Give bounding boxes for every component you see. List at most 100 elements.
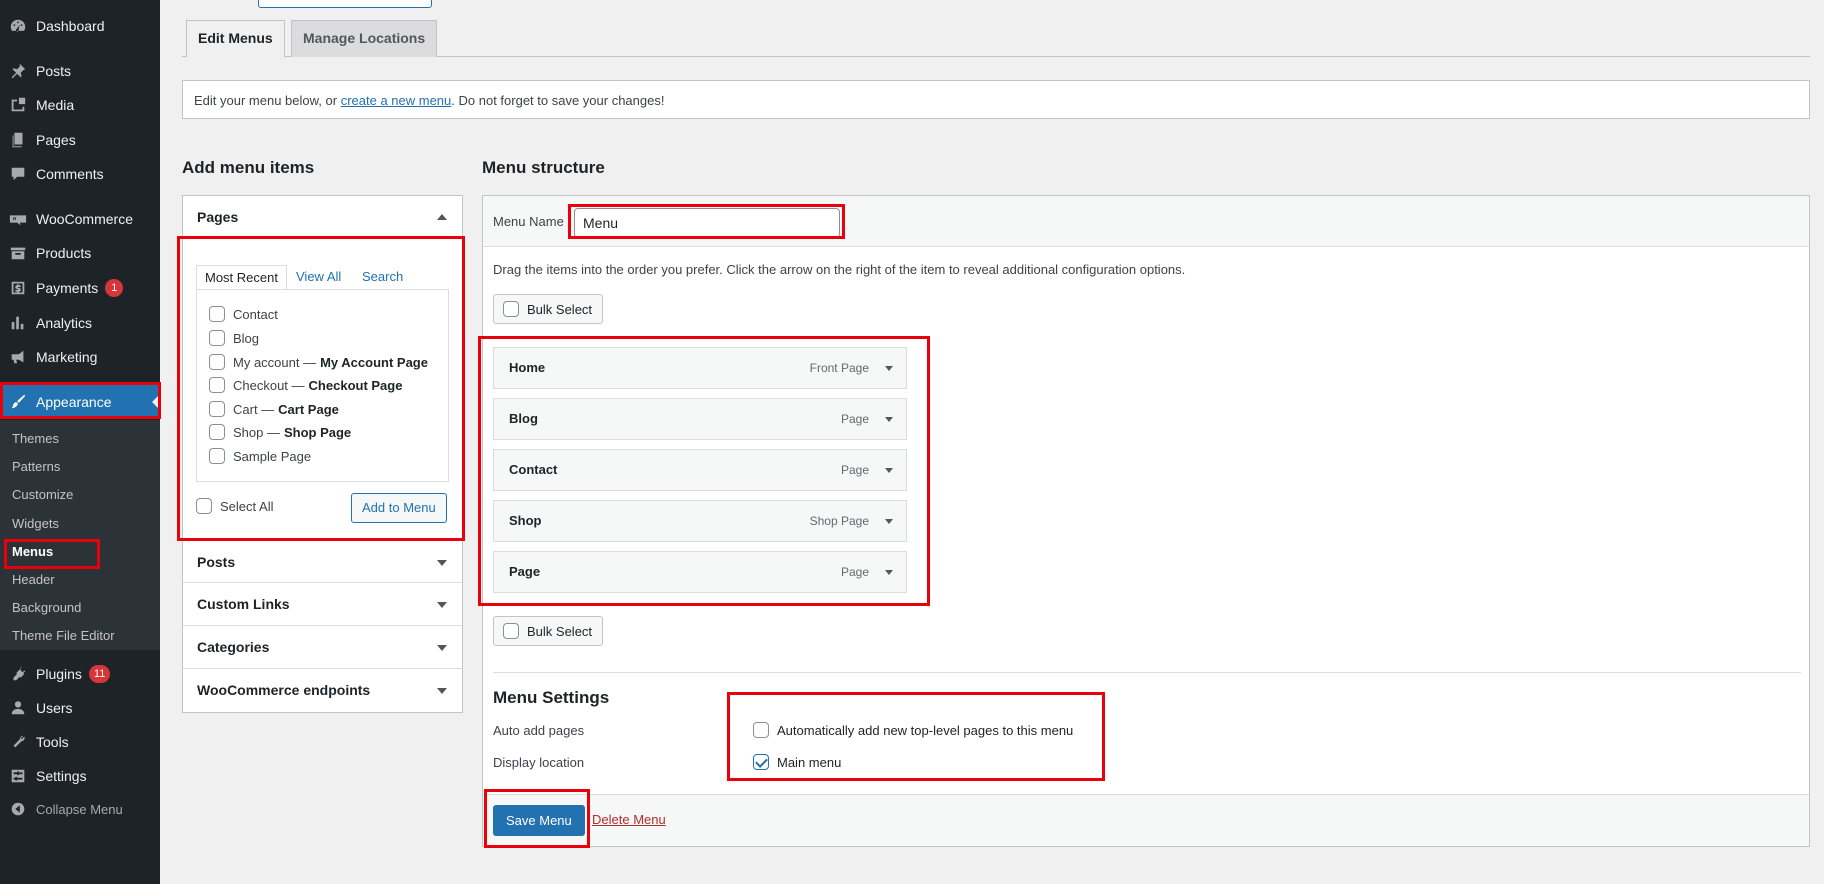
caret-down-icon — [437, 560, 447, 566]
menu-structure-heading: Menu structure — [482, 158, 605, 177]
add-to-menu-button[interactable]: Add to Menu — [351, 493, 447, 523]
checkbox[interactable] — [209, 377, 225, 393]
user-icon — [0, 699, 36, 717]
title-input-fragment[interactable] — [258, 0, 432, 8]
tab-manage-locations[interactable]: Manage Locations — [291, 20, 438, 57]
wrench-icon — [0, 733, 36, 751]
menu-item[interactable]: Contact Page — [493, 449, 907, 491]
accordion-posts[interactable]: Posts — [183, 540, 462, 583]
list-item[interactable]: Checkout — Checkout Page — [209, 375, 402, 395]
sidebar-item-plugins[interactable]: Plugins 11 — [0, 657, 160, 691]
accordion-categories[interactable]: Categories — [183, 626, 462, 669]
list-item[interactable]: Blog — [209, 328, 263, 348]
sidebar-item-products[interactable]: Products — [0, 236, 160, 270]
accordion-custom-links[interactable]: Custom Links — [183, 583, 462, 626]
expand-arrow-icon[interactable] — [885, 366, 893, 371]
select-all-pages[interactable]: Select All — [196, 498, 273, 514]
menu-item[interactable]: Blog Page — [493, 398, 907, 440]
sidebar-item-label: Analytics — [36, 315, 93, 331]
collapse-menu-button[interactable]: Collapse Menu — [0, 792, 160, 826]
sidebar-item-payments[interactable]: Payments 1 — [0, 271, 160, 305]
submenu-item-theme-file-editor[interactable]: Theme File Editor — [12, 622, 115, 650]
menu-item[interactable]: Home Front Page — [493, 347, 907, 389]
sidebar-item-dashboard[interactable]: Dashboard — [0, 9, 160, 43]
tab-view-all[interactable]: View All — [296, 265, 341, 290]
archive-icon — [0, 244, 36, 262]
checkbox[interactable] — [209, 354, 225, 370]
create-new-menu-link[interactable]: create a new menu — [341, 93, 452, 108]
expand-arrow-icon[interactable] — [885, 417, 893, 422]
sidebar-item-woocommerce[interactable]: WooCommerce — [0, 202, 160, 236]
checkbox[interactable] — [209, 424, 225, 440]
menu-item-type: Page — [840, 565, 869, 579]
accordion-pages[interactable]: Pages — [183, 196, 462, 239]
list-item[interactable]: Sample Page — [209, 446, 315, 466]
checkbox[interactable] — [209, 306, 225, 322]
checkbox[interactable] — [209, 401, 225, 417]
main-menu-checkbox[interactable] — [753, 754, 769, 770]
auto-add-checkbox[interactable] — [753, 722, 769, 738]
tab-search[interactable]: Search — [362, 265, 403, 290]
sidebar-item-posts[interactable]: Posts — [0, 54, 160, 88]
list-item[interactable]: My account — My Account Page — [209, 352, 428, 372]
sidebar-item-analytics[interactable]: Analytics — [0, 306, 160, 340]
submenu-item-header[interactable]: Header — [12, 566, 55, 594]
submenu-item-customize[interactable]: Customize — [12, 481, 73, 509]
admin-sidebar: Dashboard Posts Media Pages Comments Woo… — [0, 0, 160, 884]
auto-add-pages-label: Auto add pages — [493, 723, 585, 738]
sidebar-item-settings[interactable]: Settings — [0, 759, 160, 793]
submenu-item-patterns[interactable]: Patterns — [12, 453, 60, 481]
accordion-title: Posts — [197, 554, 236, 570]
sidebar-item-appearance[interactable]: Appearance — [0, 385, 160, 419]
save-menu-button[interactable]: Save Menu — [493, 805, 585, 836]
submenu-item-widgets[interactable]: Widgets — [12, 510, 59, 538]
delete-menu-link[interactable]: Delete Menu — [592, 812, 666, 827]
list-item[interactable]: Contact — [209, 304, 282, 324]
sidebar-item-tools[interactable]: Tools — [0, 725, 160, 759]
accordion-title: Categories — [197, 639, 270, 655]
sidebar-item-users[interactable]: Users — [0, 691, 160, 725]
checkbox[interactable] — [209, 448, 225, 464]
notice-text-suffix: . Do not forget to save your changes! — [451, 93, 665, 108]
accordion-woocommerce-endpoints[interactable]: WooCommerce endpoints — [183, 669, 462, 712]
dollar-icon — [0, 279, 36, 297]
sidebar-item-media[interactable]: Media — [0, 88, 160, 122]
sidebar-item-label: Pages — [36, 132, 76, 148]
sidebar-item-label: Posts — [36, 63, 72, 79]
notification-badge: 1 — [105, 279, 124, 297]
submenu-item-background[interactable]: Background — [12, 594, 81, 622]
sidebar-item-label: Plugins — [36, 666, 82, 682]
tab-most-recent[interactable]: Most Recent — [196, 265, 287, 290]
sidebar-item-label: Tools — [36, 734, 69, 750]
pin-icon — [0, 62, 36, 80]
menu-item[interactable]: Shop Shop Page — [493, 500, 907, 542]
auto-add-pages-option[interactable]: Automatically add new top-level pages to… — [753, 722, 1073, 738]
checkbox[interactable] — [196, 498, 212, 514]
sidebar-item-comments[interactable]: Comments — [0, 157, 160, 191]
menu-item[interactable]: Page Page — [493, 551, 907, 593]
sidebar-item-pages[interactable]: Pages — [0, 123, 160, 157]
caret-down-icon — [437, 645, 447, 651]
bulk-select-button-bottom[interactable]: Bulk Select — [493, 616, 604, 646]
accordion-title: Custom Links — [197, 596, 290, 612]
sidebar-item-label: Users — [36, 700, 73, 716]
sidebar-item-label: Comments — [36, 166, 104, 182]
expand-arrow-icon[interactable] — [885, 519, 893, 524]
list-item[interactable]: Cart — Cart Page — [209, 399, 339, 419]
woo-icon — [0, 210, 36, 228]
menu-item-type: Page — [840, 412, 869, 426]
sidebar-item-marketing[interactable]: Marketing — [0, 340, 160, 374]
submenu-item-themes[interactable]: Themes — [12, 425, 59, 453]
comment-icon — [0, 165, 36, 183]
section-divider — [493, 672, 1801, 673]
expand-arrow-icon[interactable] — [885, 468, 893, 473]
bulk-select-button-top[interactable]: Bulk Select — [493, 294, 604, 324]
sidebar-item-label: Dashboard — [36, 18, 105, 34]
tab-edit-menus[interactable]: Edit Menus — [186, 20, 285, 58]
expand-arrow-icon[interactable] — [885, 570, 893, 575]
list-item[interactable]: Shop — Shop Page — [209, 422, 351, 442]
submenu-item-menus[interactable]: Menus — [12, 538, 53, 566]
main-menu-location-option[interactable]: Main menu — [753, 754, 841, 770]
menu-name-input[interactable]: Menu — [574, 208, 840, 238]
checkbox[interactable] — [209, 330, 225, 346]
